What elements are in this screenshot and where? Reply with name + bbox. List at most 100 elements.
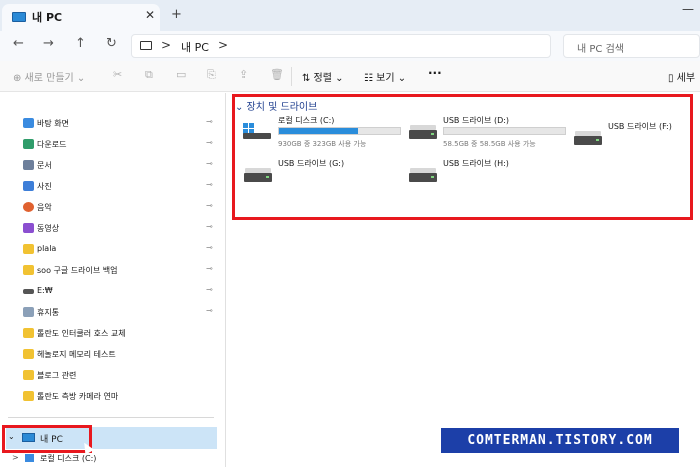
rename-icon[interactable]: ⎘ [207, 68, 216, 82]
sidebar-item[interactable]: 톨란도 인터쿨러 호스 교체 [0, 324, 220, 344]
drive-free-space: 58.5GB 중 58.5GB 사용 가능 [443, 140, 536, 148]
tab-title: 내 PC [32, 11, 63, 24]
sidebar-item[interactable]: 동영상 ⊸ [0, 219, 220, 239]
usb-drive-icon [244, 168, 272, 182]
view-button[interactable]: ☷ 보기 ⌄ [364, 69, 406, 84]
sidebar-item-label: 톨란도 측방 카메라 연마 [37, 392, 119, 401]
navigation-bar: ← → ↑ ↻ > 내 PC > 내 PC 검색 [0, 31, 700, 61]
sidebar-item[interactable]: 톨란도 측방 카메라 연마 [0, 387, 220, 407]
drive-tile[interactable]: USB 드라이브 (D:) 58.5GB 중 58.5GB 사용 가능 [408, 115, 578, 155]
sidebar-item-label: 음악 [37, 203, 52, 212]
section-header[interactable]: ⌄ 장치 및 드라이브 [235, 98, 317, 113]
pin-icon[interactable]: ⊸ [206, 117, 213, 126]
sidebar-item[interactable]: E:₩ ⊸ [0, 282, 220, 302]
pin-icon[interactable]: ⊸ [206, 264, 213, 273]
sidebar-item-label: 로컬 디스크 (C:) [40, 454, 97, 463]
pc-icon [12, 12, 26, 22]
sidebar-item[interactable]: soo 구글 드라이브 백업 ⊸ [0, 261, 220, 281]
drive-usage-bar [443, 127, 566, 135]
new-button[interactable]: ⊕ 새로 만들기 ⌄ [13, 69, 85, 84]
sidebar-item[interactable]: 휴지통 ⊸ [0, 303, 220, 323]
pin-icon[interactable]: ⊸ [206, 243, 213, 252]
recycle-bin-icon [23, 307, 34, 317]
sidebar-divider [8, 417, 214, 418]
drive-tile[interactable]: 로컬 디스크 (C:) 930GB 중 323GB 사용 가능 [243, 115, 413, 155]
search-input[interactable]: 내 PC 검색 [563, 34, 700, 58]
forward-button[interactable]: → [43, 36, 54, 51]
up-button[interactable]: ↑ [75, 36, 86, 51]
highlight-box [2, 425, 92, 453]
pin-icon[interactable]: ⊸ [206, 159, 213, 168]
chevron-right-icon[interactable]: > [12, 453, 19, 462]
documents-icon [23, 160, 34, 170]
windows-drive-icon [243, 123, 271, 139]
usb-drive-icon [409, 168, 437, 182]
breadcrumb-my-pc[interactable]: 내 PC [181, 39, 209, 55]
sidebar-item[interactable]: 사진 ⊸ [0, 177, 220, 197]
close-tab-icon[interactable]: ✕ [145, 8, 155, 22]
pin-icon[interactable]: ⊸ [206, 138, 213, 147]
pictures-icon [23, 181, 34, 191]
content-pane: ⌄ 장치 및 드라이브 로컬 디스크 (C:) 930GB 중 323GB 사용… [227, 93, 700, 467]
sidebar-item-label: 톨란도 인터쿨러 호스 교체 [37, 329, 126, 338]
paste-icon[interactable]: ▭ [176, 68, 186, 81]
pin-icon[interactable]: ⊸ [206, 180, 213, 189]
command-bar: ⊕ 새로 만들기 ⌄ ✂ ⧉ ▭ ⎘ ⇪ 🗑 ⇅ 정렬 ⌄ ☷ 보기 ⌄ ···… [0, 61, 700, 92]
folder-icon [23, 391, 34, 401]
download-icon [23, 139, 34, 149]
folder-icon [23, 370, 34, 380]
drive-name: 로컬 디스크 (C:) [278, 116, 335, 125]
sidebar-item[interactable]: 바탕 화면 ⊸ [0, 114, 220, 134]
search-placeholder: 내 PC 검색 [577, 44, 624, 55]
folder-icon [23, 349, 34, 359]
sidebar-item-local-disk[interactable]: > 로컬 디스크 (C:) [0, 451, 220, 467]
sidebar-item[interactable]: 헤놀로지 메모리 테스트 [0, 345, 220, 365]
pin-icon[interactable]: ⊸ [206, 201, 213, 210]
new-tab-button[interactable]: + [171, 7, 182, 22]
toolbar-divider [291, 67, 292, 86]
drive-tile[interactable]: USB 드라이브 (F:) [573, 121, 700, 161]
title-bar: 내 PC ✕ + — [0, 0, 700, 31]
pin-icon[interactable]: ⊸ [206, 306, 213, 315]
refresh-button[interactable]: ↻ [106, 36, 117, 51]
drive-name: USB 드라이브 (H:) [443, 159, 509, 168]
sidebar-item-label: 헤놀로지 메모리 테스트 [37, 350, 116, 359]
sidebar-item[interactable]: 문서 ⊸ [0, 156, 220, 176]
cut-icon[interactable]: ✂ [113, 68, 122, 81]
sidebar-item-label: 휴지통 [37, 308, 60, 317]
share-icon[interactable]: ⇪ [239, 68, 248, 81]
sidebar-item[interactable]: 음악 ⊸ [0, 198, 220, 218]
drive-free-space: 930GB 중 323GB 사용 가능 [278, 140, 367, 148]
delete-icon[interactable]: 🗑 [270, 68, 284, 81]
sidebar-item-label: 사진 [37, 182, 52, 191]
minimize-button[interactable]: — [682, 2, 694, 16]
folder-icon [23, 265, 34, 275]
sidebar-item[interactable]: 다운로드 ⊸ [0, 135, 220, 155]
videos-icon [23, 223, 34, 233]
address-bar[interactable]: > 내 PC > [131, 34, 551, 58]
tab-my-pc[interactable]: 내 PC ✕ [2, 4, 160, 31]
pin-icon[interactable]: ⊸ [206, 285, 213, 294]
sidebar-item-label: 바탕 화면 [37, 119, 69, 128]
drive-tile[interactable]: USB 드라이브 (G:) [243, 158, 413, 198]
monitor-icon [140, 41, 152, 50]
sort-button[interactable]: ⇅ 정렬 ⌄ [302, 69, 344, 84]
usb-drive-icon [409, 125, 437, 139]
pin-icon[interactable]: ⊸ [206, 222, 213, 231]
breadcrumb-expand[interactable]: > [218, 38, 228, 52]
details-button[interactable]: ▯ 세부 [668, 69, 695, 84]
navigation-pane: 바탕 화면 ⊸ 다운로드 ⊸ 문서 ⊸ 사진 ⊸ 음악 ⊸ 동영상 ⊸ plal… [0, 93, 226, 467]
more-options-button[interactable]: ··· [428, 66, 442, 80]
sidebar-item[interactable]: 블로그 관련 [0, 366, 220, 386]
sidebar-item-label: 다운로드 [37, 140, 67, 149]
folder-icon [23, 328, 34, 338]
back-button[interactable]: ← [13, 36, 24, 51]
drive-tile[interactable]: USB 드라이브 (H:) [408, 158, 578, 198]
drive-icon [23, 289, 34, 294]
sidebar-item[interactable]: plala ⊸ [0, 240, 220, 260]
drive-name: USB 드라이브 (G:) [278, 159, 345, 168]
copy-icon[interactable]: ⧉ [145, 68, 153, 82]
breadcrumb-separator[interactable]: > [161, 38, 171, 52]
drive-name: USB 드라이브 (F:) [608, 122, 672, 131]
drive-name: USB 드라이브 (D:) [443, 116, 510, 125]
